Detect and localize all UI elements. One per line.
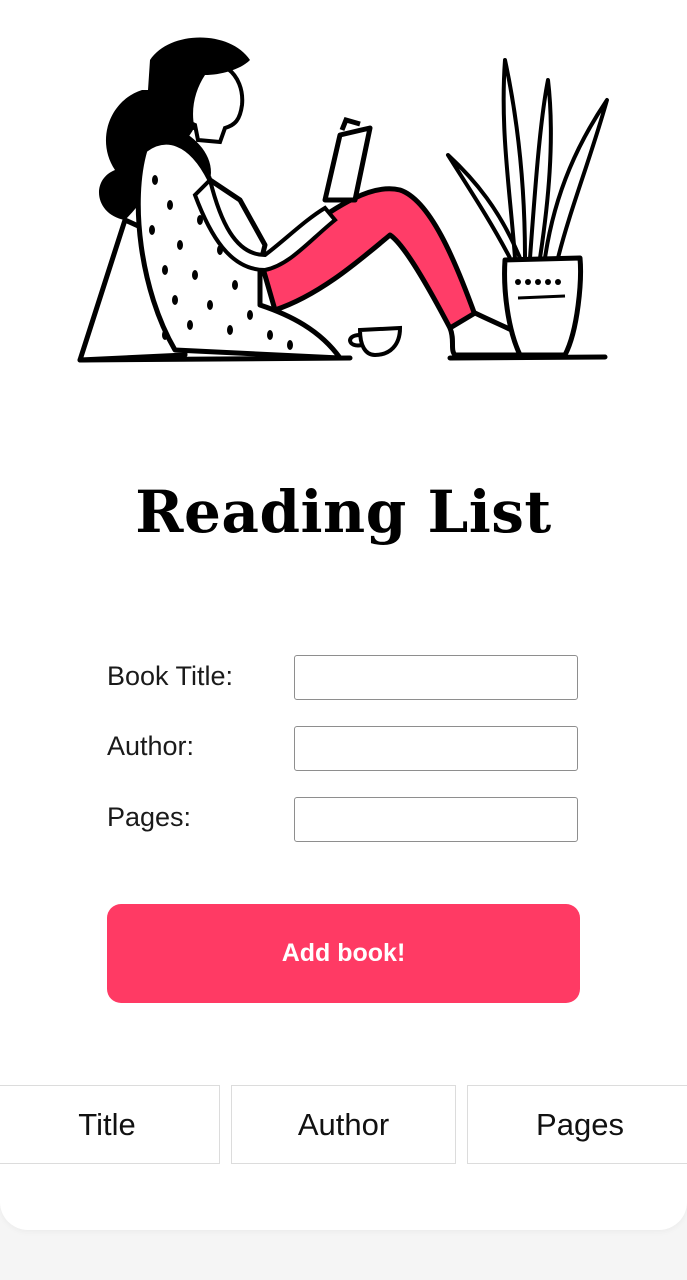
column-header-pages: Pages: [467, 1085, 687, 1164]
pages-label: Pages:: [107, 802, 192, 832]
author-input[interactable]: [294, 726, 578, 771]
main-card: Reading List Book Title: Author: Pages: …: [0, 0, 687, 1230]
woman-reading-illustration: [77, 37, 609, 363]
pages-input[interactable]: [294, 797, 578, 842]
book-title-label: Book Title:: [107, 661, 234, 691]
column-header-author: Author: [231, 1085, 456, 1164]
add-book-button[interactable]: Add book!: [107, 904, 580, 1003]
page-title: Reading List: [135, 478, 552, 546]
column-header-title: Title: [0, 1085, 220, 1164]
author-label: Author:: [107, 731, 195, 761]
book-title-input[interactable]: [294, 655, 578, 700]
reading-list-table-header: Title Author Pages: [0, 1085, 687, 1165]
